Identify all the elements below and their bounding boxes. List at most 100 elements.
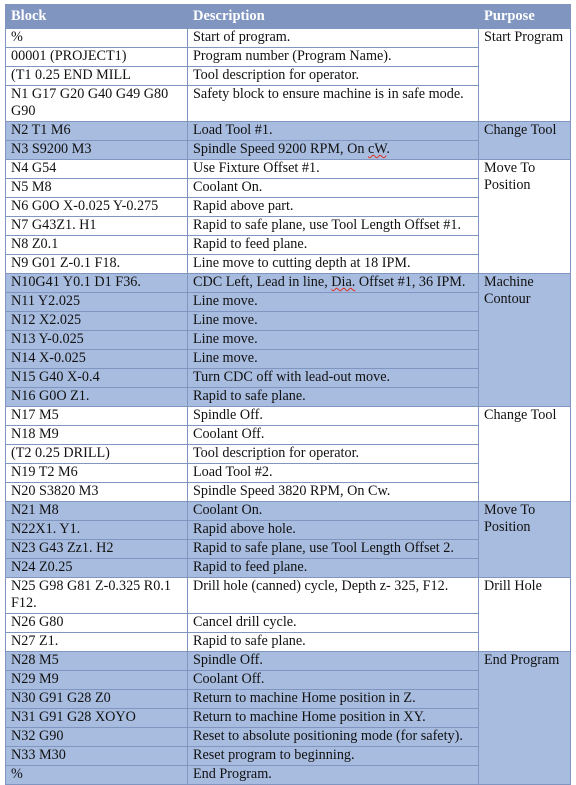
table-row: N25 G98 G81 Z-0.325 R0.1 F12. Drill hole … xyxy=(5,577,571,652)
header-row: Block Description Purpose xyxy=(5,4,571,29)
table-row: % Start of program. Start Program xyxy=(5,28,571,122)
cell-block: N6 G0O X-0.025 Y-0.275 xyxy=(5,197,188,217)
cell-description: Rapid above hole. xyxy=(187,520,479,540)
table-row: N10G41 Y0.1 D1 F36. CDC Left, Lead in lin… xyxy=(5,273,571,407)
cell-description: Coolant Off. xyxy=(187,670,479,690)
cell-block: N23 G43 Zz1. H2 xyxy=(5,539,188,559)
cell-block: N27 Z1. xyxy=(5,632,188,652)
cell-description: Tool description for operator. xyxy=(187,66,479,86)
cell-block: N24 Z0.25 xyxy=(5,558,188,578)
cell-block: N7 G43Z1. H1 xyxy=(5,216,188,236)
cell-purpose: Move To Position xyxy=(478,159,571,274)
cell-description: Rapid to safe plane, use Tool Length Off… xyxy=(187,216,479,236)
cell-description: Reset program to beginning. xyxy=(187,746,479,766)
cell-block: N22X1. Y1. xyxy=(5,520,188,540)
cell-description: Line move. xyxy=(187,330,479,350)
cell-description: Tool description for operator. xyxy=(187,444,479,464)
cell-purpose: End Program xyxy=(478,651,571,785)
cell-block: N3 S9200 M3 xyxy=(5,140,188,160)
cell-description: Line move to cutting depth at 18 IPM. xyxy=(187,254,479,274)
cell-block: N17 M5 xyxy=(5,406,188,426)
cell-description: Coolant On. xyxy=(187,178,479,198)
cell-description: Spindle Off. xyxy=(187,406,479,426)
table-row: N2 T1 M6 Load Tool #1. Change Tool xyxy=(5,121,571,160)
cell-block: N13 Y-0.025 xyxy=(5,330,188,350)
cell-block: N11 Y2.025 xyxy=(5,292,188,312)
cell-block: N4 G54 xyxy=(5,159,188,179)
cell-description: Use Fixture Offset #1. xyxy=(187,159,479,179)
cell-block: N33 M30 xyxy=(5,746,188,766)
cell-description: Rapid to safe plane. xyxy=(187,632,479,652)
cell-purpose: Change Tool xyxy=(478,406,571,502)
cell-description: CDC Left, Lead in line, Dia. Offset #1, … xyxy=(187,273,479,293)
column-header-purpose: Purpose xyxy=(478,4,571,29)
cell-purpose: Change Tool xyxy=(478,121,571,160)
cell-description: Load Tool #1. xyxy=(187,121,479,141)
cell-block: 00001 (PROJECT1) xyxy=(5,47,188,67)
cell-block: (T1 0.25 END MILL xyxy=(5,66,188,86)
cell-description: Rapid above part. xyxy=(187,197,479,217)
cell-description: Coolant On. xyxy=(187,501,479,521)
cell-purpose: Move To Position xyxy=(478,501,571,578)
cell-description: Line move. xyxy=(187,349,479,369)
cell-description: Start of program. xyxy=(187,28,479,48)
cell-block: N8 Z0.1 xyxy=(5,235,188,255)
cell-block: % xyxy=(5,765,188,785)
cell-block: N18 M9 xyxy=(5,425,188,445)
cell-block: N20 S3820 M3 xyxy=(5,482,188,502)
cell-purpose: Machine Contour xyxy=(478,273,571,407)
cell-description: Turn CDC off with lead-out move. xyxy=(187,368,479,388)
table-row: N17 M5 Spindle Off. Change Tool xyxy=(5,406,571,502)
cell-purpose: Drill Hole xyxy=(478,577,571,652)
cell-description: Return to machine Home position in Z. xyxy=(187,689,479,709)
cell-description: End Program. xyxy=(187,765,479,785)
cell-block: (T2 0.25 DRILL) xyxy=(5,444,188,464)
column-header-block: Block xyxy=(5,4,188,29)
cell-description: Line move. xyxy=(187,311,479,331)
cell-block: N29 M9 xyxy=(5,670,188,690)
cell-description: Spindle Speed 3820 RPM, On Cw. xyxy=(187,482,479,502)
table-row: N21 M8 Coolant On. Move To Position xyxy=(5,501,571,578)
cell-block: N19 T2 M6 xyxy=(5,463,188,483)
cell-block: N15 G40 X-0.4 xyxy=(5,368,188,388)
column-header-description: Description xyxy=(187,4,479,29)
cell-purpose: Start Program xyxy=(478,28,571,122)
cell-block: N9 G01 Z-0.1 F18. xyxy=(5,254,188,274)
table-body: % Start of program. Start Program 00001 (PR… xyxy=(5,28,571,785)
cell-block: N12 X2.025 xyxy=(5,311,188,331)
cell-block: N28 M5 xyxy=(5,651,188,671)
cell-block: N25 G98 G81 Z-0.325 R0.1 F12. xyxy=(5,577,188,614)
cell-description: Return to machine Home position in XY. xyxy=(187,708,479,728)
cell-description: Reset to absolute positioning mode (for … xyxy=(187,727,479,747)
table-header: Block Description Purpose xyxy=(5,4,571,29)
cell-block: % xyxy=(5,28,188,48)
cell-block: N26 G80 xyxy=(5,613,188,633)
cell-description: Load Tool #2. xyxy=(187,463,479,483)
cell-block: N30 G91 G28 Z0 xyxy=(5,689,188,709)
cell-description: Coolant Off. xyxy=(187,425,479,445)
cell-block: N5 M8 xyxy=(5,178,188,198)
cell-block: N16 G0O Z1. xyxy=(5,387,188,407)
cell-description: Rapid to safe plane, use Tool Length Off… xyxy=(187,539,479,559)
cell-description: Rapid to safe plane. xyxy=(187,387,479,407)
cell-block: N14 X-0.025 xyxy=(5,349,188,369)
table-row: N4 G54 Use Fixture Offset #1. Move To Posi… xyxy=(5,159,571,274)
cell-description: Line move. xyxy=(187,292,479,312)
cell-description: Cancel drill cycle. xyxy=(187,613,479,633)
gcode-program-table: Block Description Purpose % Start of prog… xyxy=(5,4,571,785)
cell-description: Drill hole (canned) cycle, Depth z- 325,… xyxy=(187,577,479,614)
cell-description: Rapid to feed plane. xyxy=(187,558,479,578)
cell-description: Rapid to feed plane. xyxy=(187,235,479,255)
cell-block: N10G41 Y0.1 D1 F36. xyxy=(5,273,188,293)
cell-description: Safety block to ensure machine is in saf… xyxy=(187,85,479,122)
spellcheck-word: cW xyxy=(368,141,387,157)
cell-description: Program number (Program Name). xyxy=(187,47,479,67)
cell-block: N1 G17 G20 G40 G49 G80 G90 xyxy=(5,85,188,122)
cell-block: N32 G90 xyxy=(5,727,188,747)
spellcheck-word: Dia. xyxy=(331,274,356,290)
cell-block: N31 G91 G28 XOYO xyxy=(5,708,188,728)
table-row: N28 M5 Spindle Off. End Program xyxy=(5,651,571,785)
cell-block: N2 T1 M6 xyxy=(5,121,188,141)
cell-description: Spindle Speed 9200 RPM, On cW. xyxy=(187,140,479,160)
cell-block: N21 M8 xyxy=(5,501,188,521)
